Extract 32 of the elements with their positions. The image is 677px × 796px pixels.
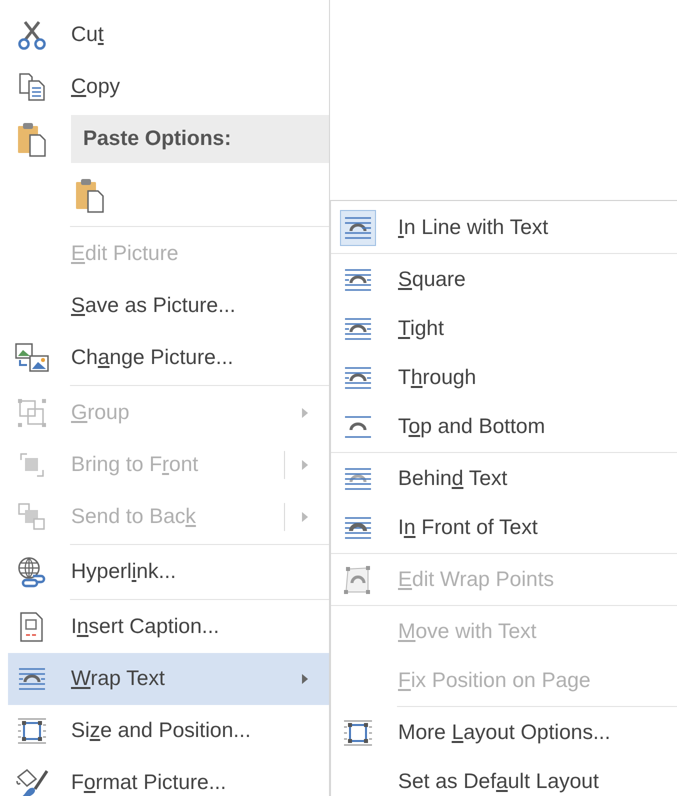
bring-to-front-icon xyxy=(18,451,46,479)
menu-item[interactable]: Wrap Text xyxy=(8,653,329,705)
scissors-icon xyxy=(18,20,46,50)
menu-item[interactable]: Hyperlink... xyxy=(8,546,329,598)
clipboard-icon xyxy=(17,121,47,157)
layout-options-icon xyxy=(342,718,374,746)
change-picture-icon xyxy=(14,342,50,374)
menu-item[interactable]: Insert Caption... xyxy=(8,601,329,653)
menu-item[interactable]: Size and Position... xyxy=(8,705,329,757)
caption-icon xyxy=(19,611,45,643)
menu-item[interactable]: Set as Default Layout xyxy=(331,757,677,796)
menu-item[interactable]: Save as Picture... xyxy=(8,280,329,332)
menu-item[interactable]: More Layout Options... xyxy=(331,708,677,757)
menu-item[interactable]: Format Picture... xyxy=(8,757,329,796)
copy-icon xyxy=(18,72,46,102)
send-to-back-icon xyxy=(17,502,47,532)
clipboard-icon xyxy=(75,177,105,213)
size-position-icon xyxy=(16,717,48,745)
menu-item[interactable]: Copy xyxy=(8,61,329,113)
menu-item[interactable]: Cut xyxy=(8,9,329,61)
menu-item[interactable]: Square xyxy=(331,255,677,304)
paste-options-heading: Paste Options: xyxy=(71,115,329,163)
menu-item[interactable]: Tight xyxy=(331,304,677,353)
menu-item[interactable]: Top and Bottom xyxy=(331,402,677,451)
group-icon xyxy=(17,398,47,428)
menu-item[interactable]: Behind Text xyxy=(331,454,677,503)
menu-item[interactable]: In Front of Text xyxy=(331,503,677,552)
menu-item[interactable]: In Line with Text xyxy=(331,203,677,252)
text-wrap-icon xyxy=(16,665,48,693)
menu-item[interactable]: Change Picture... xyxy=(8,332,329,384)
globe-link-icon xyxy=(16,556,48,588)
menu-item[interactable]: Through xyxy=(331,353,677,402)
